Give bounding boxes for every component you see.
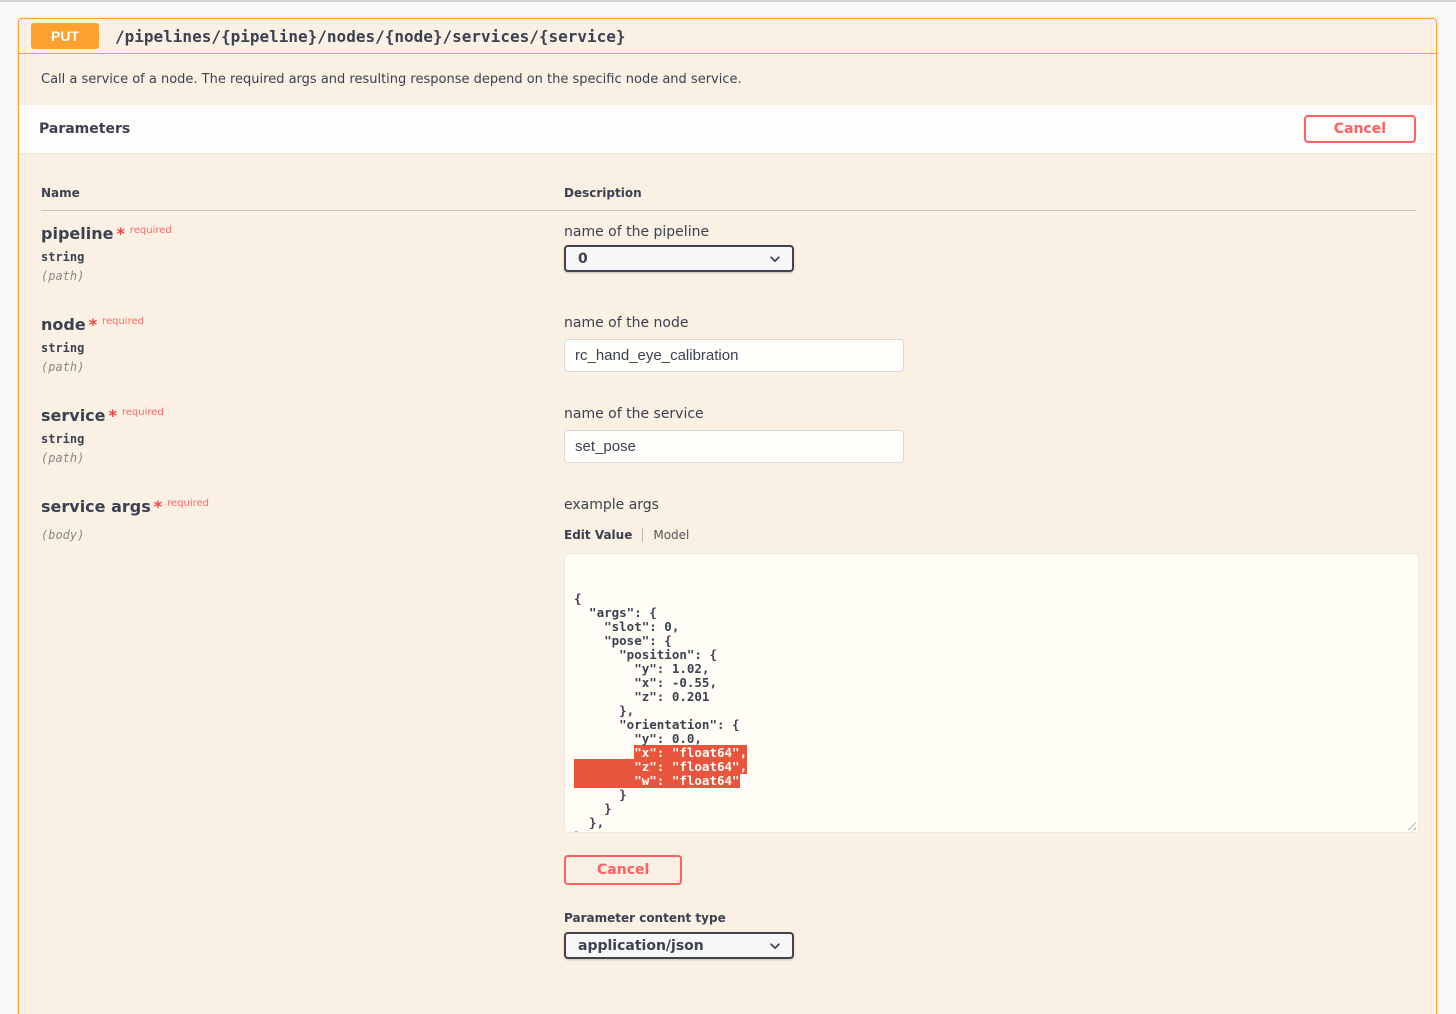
tab-model[interactable]: Model bbox=[653, 528, 689, 542]
selected-text: "x": "float64", bbox=[634, 745, 747, 760]
param-type: string bbox=[41, 432, 564, 446]
parameters-table: Name Description pipeline*required strin… bbox=[19, 153, 1436, 978]
required-label: required bbox=[102, 316, 144, 327]
code-line: } bbox=[574, 802, 1409, 816]
code-line: "x": -0.55, bbox=[574, 676, 1409, 690]
cancel-body-edit-button[interactable]: Cancel bbox=[564, 855, 682, 885]
selected-text: "w": "float64" bbox=[574, 773, 740, 788]
param-name: node* required bbox=[41, 315, 564, 334]
param-location: (path) bbox=[41, 360, 564, 374]
param-name-cell: pipeline* required string (path) bbox=[41, 224, 564, 283]
param-name-text: node bbox=[41, 315, 86, 334]
http-method-badge: PUT bbox=[31, 23, 99, 49]
code-line: "args": { bbox=[574, 606, 1409, 620]
chevron-down-icon bbox=[768, 939, 782, 953]
cancel-operation-button[interactable]: Cancel bbox=[1304, 115, 1416, 143]
param-name: service args* required bbox=[41, 497, 564, 516]
param-description: example args bbox=[564, 497, 1419, 513]
code-line: "y": 1.02, bbox=[574, 662, 1409, 676]
node-name-input[interactable] bbox=[564, 339, 904, 372]
code-line: "slot": 0, bbox=[574, 620, 1409, 634]
param-name-text: service bbox=[41, 406, 106, 425]
param-desc-cell: name of the service bbox=[564, 406, 1416, 465]
param-description: name of the node bbox=[564, 315, 1416, 331]
param-desc-cell: name of the pipeline 0 bbox=[564, 224, 1416, 283]
code-line: "z": 0.201 bbox=[574, 690, 1409, 704]
code-line: } bbox=[574, 830, 1409, 833]
code-line: "z": "float64", bbox=[574, 760, 1409, 774]
code-line: "w": "float64" bbox=[574, 774, 1409, 788]
param-row-pipeline: pipeline* required string (path) name of … bbox=[41, 211, 1416, 302]
param-type: string bbox=[41, 250, 564, 264]
param-desc-cell: example args Edit Value Model { "args": … bbox=[564, 497, 1419, 959]
code-line: "orientation": { bbox=[574, 718, 1409, 732]
param-description: name of the service bbox=[564, 406, 1416, 422]
endpoint-summary[interactable]: PUT /pipelines/{pipeline}/nodes/{node}/s… bbox=[19, 19, 1436, 54]
column-header-description: Description bbox=[564, 186, 1416, 200]
column-header-name: Name bbox=[41, 186, 564, 200]
required-asterisk: * bbox=[154, 497, 162, 516]
param-type: string bbox=[41, 341, 564, 355]
param-name-cell: service* required string (path) bbox=[41, 406, 564, 465]
content-type-select[interactable]: application/json bbox=[564, 932, 794, 959]
param-row-node: node* required string (path) name of the … bbox=[41, 302, 1416, 393]
required-asterisk: * bbox=[109, 406, 117, 425]
page-top-edge bbox=[0, 0, 1456, 2]
chevron-down-icon bbox=[768, 252, 782, 266]
param-name: service* required bbox=[41, 406, 564, 425]
code-line: } bbox=[574, 788, 1409, 802]
selected-text: "z": "float64", bbox=[574, 759, 747, 774]
required-label: required bbox=[130, 225, 172, 236]
required-label: required bbox=[122, 407, 164, 418]
parameters-section-header: Parameters Cancel bbox=[19, 105, 1436, 153]
code-line: }, bbox=[574, 816, 1409, 830]
param-name-text: service args bbox=[41, 497, 151, 516]
code-line: "y": 0.0, bbox=[574, 732, 1409, 746]
param-name-text: pipeline bbox=[41, 224, 113, 243]
tab-divider bbox=[642, 528, 643, 542]
tab-edit-value[interactable]: Edit Value bbox=[564, 528, 632, 542]
parameters-title: Parameters bbox=[39, 121, 130, 137]
code-line: }, bbox=[574, 704, 1409, 718]
body-editor-tabs: Edit Value Model bbox=[564, 528, 1419, 542]
content-type-block: Parameter content type application/json bbox=[564, 911, 1419, 959]
body-param-editor[interactable]: { "args": { "slot": 0, "pose": { "positi… bbox=[564, 553, 1419, 833]
param-location: (path) bbox=[41, 269, 564, 283]
param-name-cell: service args* required (body) bbox=[41, 497, 564, 959]
param-location: (body) bbox=[41, 528, 564, 542]
param-row-service: service* required string (path) name of t… bbox=[41, 393, 1416, 484]
content-type-select-value: application/json bbox=[578, 938, 704, 954]
param-location: (path) bbox=[41, 451, 564, 465]
code-line: "pose": { bbox=[574, 634, 1409, 648]
content-type-label: Parameter content type bbox=[564, 911, 1419, 925]
pipeline-select[interactable]: 0 bbox=[564, 245, 794, 272]
param-name: pipeline* required bbox=[41, 224, 564, 243]
endpoint-description: Call a service of a node. The required a… bbox=[19, 54, 1436, 105]
param-description: name of the pipeline bbox=[564, 224, 1416, 240]
endpoint-path: /pipelines/{pipeline}/nodes/{node}/servi… bbox=[115, 27, 626, 46]
required-label: required bbox=[167, 498, 209, 509]
code-line: "position": { bbox=[574, 648, 1409, 662]
required-asterisk: * bbox=[116, 224, 124, 243]
param-desc-cell: name of the node bbox=[564, 315, 1416, 374]
service-name-input[interactable] bbox=[564, 430, 904, 463]
code-line: "x": "float64", bbox=[574, 746, 1409, 760]
pipeline-select-value: 0 bbox=[578, 251, 588, 267]
endpoint-panel: PUT /pipelines/{pipeline}/nodes/{node}/s… bbox=[18, 18, 1437, 1014]
param-row-service-args: service args* required (body) example arg… bbox=[41, 484, 1416, 978]
required-asterisk: * bbox=[89, 315, 97, 334]
parameters-table-header: Name Description bbox=[41, 186, 1416, 211]
param-name-cell: node* required string (path) bbox=[41, 315, 564, 374]
code-line: { bbox=[574, 592, 1409, 606]
